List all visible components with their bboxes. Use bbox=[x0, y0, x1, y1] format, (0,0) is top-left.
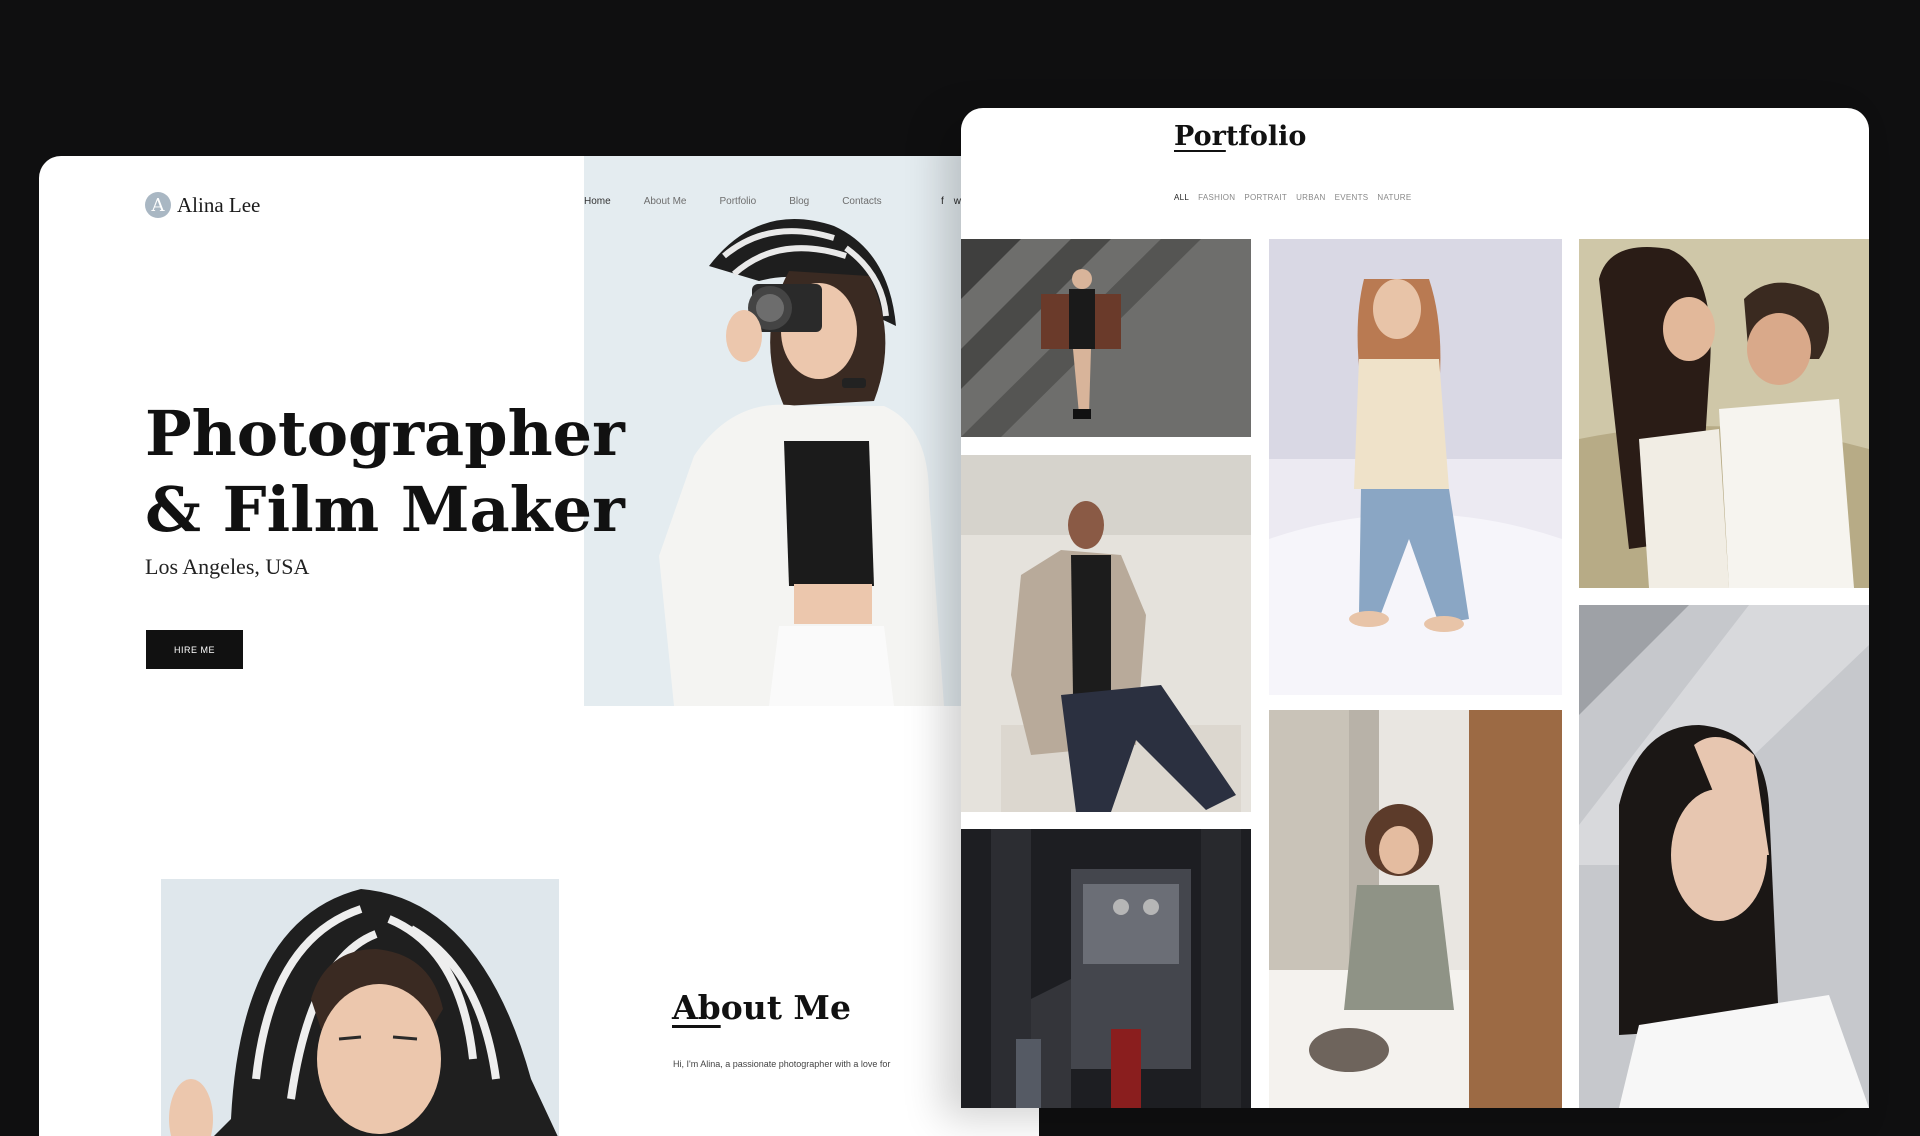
hero-title: Photographer & Film Maker bbox=[145, 396, 625, 548]
homepage-card: A Alina Lee Home About Me Portfolio Blog… bbox=[39, 156, 1039, 1136]
about-title-rest: out Me bbox=[720, 988, 851, 1027]
brand[interactable]: A Alina Lee bbox=[145, 192, 260, 218]
portfolio-title: Portfolio bbox=[1174, 121, 1306, 152]
main-nav: Home About Me Portfolio Blog Contacts bbox=[584, 196, 882, 207]
nav-item-portfolio[interactable]: Portfolio bbox=[720, 196, 757, 207]
portfolio-card: Portfolio ALL FASHION PORTRAIT URBAN EVE… bbox=[961, 108, 1869, 1108]
filter-events[interactable]: EVENTS bbox=[1335, 193, 1369, 202]
filter-all[interactable]: ALL bbox=[1174, 193, 1189, 202]
brand-logo-icon: A bbox=[145, 192, 171, 218]
nav-item-contacts[interactable]: Contacts bbox=[842, 196, 881, 207]
nav-item-blog[interactable]: Blog bbox=[789, 196, 809, 207]
filter-portrait[interactable]: PORTRAIT bbox=[1244, 193, 1287, 202]
portfolio-filters: ALL FASHION PORTRAIT URBAN EVENTS NATURE bbox=[1174, 193, 1412, 202]
filter-nature[interactable]: NATURE bbox=[1377, 193, 1411, 202]
brand-name: Alina Lee bbox=[177, 192, 261, 217]
filter-urban[interactable]: URBAN bbox=[1296, 193, 1326, 202]
photo-bed-portrait bbox=[1269, 239, 1562, 695]
portfolio-title-rest: tfolio bbox=[1225, 121, 1307, 152]
portfolio-title-underlined: Por bbox=[1174, 121, 1226, 152]
photo-urban-station bbox=[961, 829, 1251, 1108]
portfolio-item-reading-lifestyle[interactable] bbox=[1269, 710, 1562, 1108]
photo-blazer-fashion bbox=[961, 455, 1251, 812]
photo-chair-fashion bbox=[961, 239, 1251, 437]
portfolio-item-couple-events[interactable] bbox=[1579, 239, 1869, 588]
about-photo bbox=[161, 879, 559, 1136]
portfolio-item-light-portrait[interactable] bbox=[1579, 605, 1869, 1108]
social-icon[interactable]: w bbox=[954, 196, 961, 207]
about-title-underlined: Ab bbox=[672, 988, 721, 1027]
portfolio-item-blazer-fashion[interactable] bbox=[961, 455, 1251, 812]
hire-me-button[interactable]: HIRE ME bbox=[146, 630, 243, 669]
about-text: Hi, I'm Alina, a passionate photographer… bbox=[673, 1059, 891, 1069]
photo-light-portrait bbox=[1579, 605, 1869, 1108]
hero-title-line1: Photographer bbox=[145, 397, 625, 470]
portfolio-item-chair-fashion[interactable] bbox=[961, 239, 1251, 437]
about-photo-illustration bbox=[161, 879, 559, 1136]
hero-location: Los Angeles, USA bbox=[145, 554, 310, 579]
filter-fashion[interactable]: FASHION bbox=[1198, 193, 1235, 202]
portfolio-item-bed-portrait[interactable] bbox=[1269, 239, 1562, 695]
portfolio-item-urban-station[interactable] bbox=[961, 829, 1251, 1108]
hero-title-line2: & Film Maker bbox=[145, 473, 625, 546]
about-title: About Me bbox=[672, 988, 851, 1027]
photo-couple-events bbox=[1579, 239, 1869, 588]
photo-reading-lifestyle bbox=[1269, 710, 1562, 1108]
nav-item-about[interactable]: About Me bbox=[644, 196, 687, 207]
social-links: f w bbox=[941, 196, 961, 207]
facebook-icon[interactable]: f bbox=[941, 196, 944, 207]
nav-item-home[interactable]: Home bbox=[584, 196, 611, 207]
